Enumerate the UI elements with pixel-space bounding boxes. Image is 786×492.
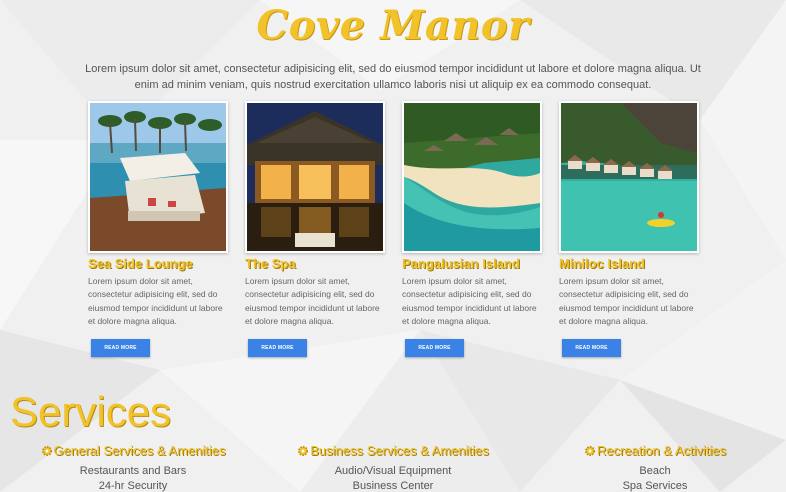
service-column-heading: Recreation & Activities (596, 443, 727, 458)
sea-side-lounge-photo[interactable] (88, 101, 228, 253)
service-item: Restaurants and Bars (79, 465, 187, 477)
card-title: Sea Side Lounge (88, 256, 193, 271)
service-item: Audio/Visual Equipment (334, 465, 452, 477)
intro-text: Lorem ipsum dolor sit amet, consectetur … (85, 63, 701, 91)
card-sea-side-lounge: Sea Side Lounge Lorem ipsum dolor sit am… (88, 101, 228, 357)
service-item: Spa Services (622, 480, 688, 492)
card-text: Lorem ipsum dolor sit amet, consectetur … (88, 276, 223, 326)
card-pangalusian-island: Pangalusian Island Lorem ipsum dolor sit… (402, 101, 542, 357)
service-item: 24-hr Security (98, 480, 168, 492)
card-text: Lorem ipsum dolor sit amet, consectetur … (402, 276, 537, 326)
pangalusian-island-photo[interactable] (402, 101, 542, 253)
gear-icon (41, 445, 52, 456)
feature-cards: Sea Side Lounge Lorem ipsum dolor sit am… (88, 101, 708, 361)
service-column-heading: Business Services & Amenities (310, 443, 489, 458)
service-column-general: General Services & Amenities Restaurants… (28, 443, 238, 492)
card-title: The Spa (245, 256, 296, 271)
read-more-button[interactable]: READ MORE (405, 339, 464, 357)
miniloc-island-photo[interactable] (559, 101, 699, 253)
read-more-button[interactable]: READ MORE (248, 339, 307, 357)
card-miniloc-island: Miniloc Island Lorem ipsum dolor sit ame… (559, 101, 699, 357)
gear-icon (298, 445, 309, 456)
service-item: Beach (639, 465, 671, 477)
card-text: Lorem ipsum dolor sit amet, consectetur … (559, 276, 694, 326)
read-more-button[interactable]: READ MORE (562, 339, 621, 357)
card-text: Lorem ipsum dolor sit amet, consectetur … (245, 276, 380, 326)
service-column-business: Business Services & Amenities Audio/Visu… (288, 443, 498, 492)
services-heading: Services (10, 388, 172, 435)
gear-icon (584, 445, 595, 456)
service-column-heading: General Services & Amenities (53, 443, 226, 458)
card-title: Pangalusian Island (402, 256, 520, 271)
service-item: Business Center (352, 480, 434, 492)
brand-title: Cove Manor (256, 2, 530, 49)
card-title: Miniloc Island (559, 256, 645, 271)
service-column-recreation: Recreation & Activities Beach Spa Servic… (560, 443, 750, 492)
card-the-spa: The Spa Lorem ipsum dolor sit amet, cons… (245, 101, 385, 357)
read-more-button[interactable]: READ MORE (91, 339, 150, 357)
the-spa-photo[interactable] (245, 101, 385, 253)
